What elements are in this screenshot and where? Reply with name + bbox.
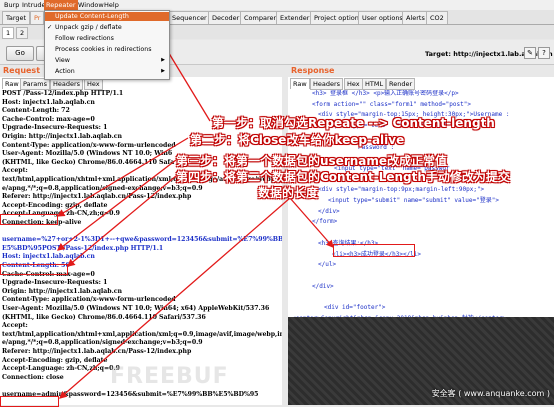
checkmark-icon: ✓ xyxy=(47,24,53,31)
watermark-freebuf: FREEBUF xyxy=(110,364,229,389)
repeater-menu-dropdown: Update Content-Length ✓ Unpack gzip / def… xyxy=(44,10,170,80)
annotation-step3: 第三步：将第一个数据包的username改成正常值 xyxy=(176,154,448,168)
menu-view[interactable]: View ▶ xyxy=(45,56,169,65)
menu-action[interactable]: Action ▶ xyxy=(45,67,169,76)
menu-update-content-length[interactable]: Update Content-Length xyxy=(45,12,169,21)
arrow-step2 xyxy=(56,137,189,217)
menu-follow-redirections[interactable]: Follow redirections xyxy=(45,34,169,43)
annotation-step4-cont: 数据的长度 xyxy=(258,186,319,200)
annotation-step1: 第一步：取消勾选Repeate --> Content-length xyxy=(212,116,495,130)
submenu-arrow-icon: ▶ xyxy=(161,68,165,74)
menu-unpack-gzip[interactable]: ✓ Unpack gzip / deflate xyxy=(45,23,169,32)
submenu-arrow-icon: ▶ xyxy=(161,57,165,63)
arrow-result xyxy=(289,197,334,248)
watermark-anquanke: 安全客 ( www.anquanke.com ) xyxy=(431,389,550,398)
arrow-step4 xyxy=(67,175,177,267)
annotation-step2: 第二步：将Close改车给你keep-alive xyxy=(190,133,405,147)
annotation-step4: 第四步：将第二个数据包的Content-Length手动修改为提交 xyxy=(176,170,510,184)
menu-process-cookies[interactable]: Process cookies in redirections xyxy=(45,45,169,54)
